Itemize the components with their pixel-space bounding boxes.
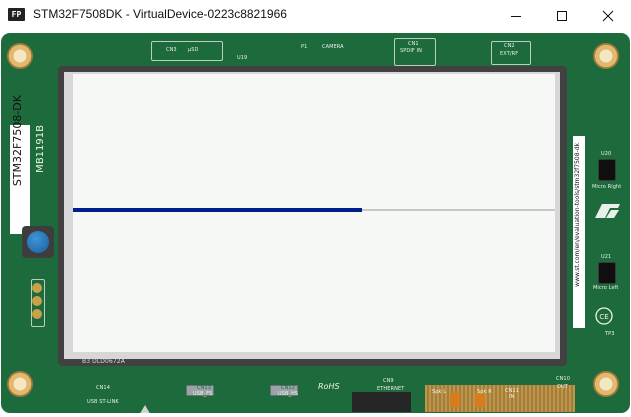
header-pin <box>32 296 42 306</box>
spdif-in-label: SPDIF IN <box>400 48 422 54</box>
cn10-label: CN10 <box>556 376 570 382</box>
application-window: FP STM32F7508DK - VirtualDevice-0223c882… <box>0 0 631 417</box>
maximize-icon <box>557 10 567 21</box>
ethernet-port <box>352 392 411 412</box>
usb-fs-label: USB_FS <box>193 391 213 397</box>
micro-right-label: Micro Right <box>592 184 622 190</box>
u20-label: U20 <box>601 151 612 157</box>
mounting-hole-bottom-left <box>7 371 33 397</box>
header-pin <box>32 309 42 319</box>
close-icon <box>602 10 614 21</box>
header-pin <box>32 283 42 293</box>
minimize-icon <box>511 15 521 17</box>
esd-warning-icon <box>138 405 152 413</box>
close-button[interactable] <box>585 0 631 31</box>
micro-left-sensor <box>598 262 616 284</box>
spk-r-label: Spk R <box>477 389 492 395</box>
in-label: IN <box>509 394 515 400</box>
url-label: www.st.com/en/evaluation-tools/stm32f750… <box>574 143 581 287</box>
cn9-label: CN9 <box>383 378 394 384</box>
board-model-label: STM32F7508-DK <box>11 95 24 187</box>
u19-label: U19 <box>237 55 248 61</box>
cn2-label: CN2 <box>504 43 515 49</box>
p1-label: P1 <box>301 44 308 50</box>
title-bar[interactable]: FP STM32F7508DK - VirtualDevice-0223c882… <box>0 0 631 31</box>
usd-slot-outline <box>151 41 223 61</box>
mounting-hole-top-left <box>7 43 33 69</box>
cn14-label: CN14 <box>96 385 110 391</box>
micro-right-sensor <box>598 159 616 181</box>
ext-rf-label: EXT/RF <box>500 51 519 57</box>
tp3-label: TP3 <box>605 331 615 337</box>
ethernet-label: ETHERNET <box>377 386 405 392</box>
minimize-button[interactable] <box>493 0 539 31</box>
cn3-label: CN3 <box>166 47 177 53</box>
lcd-code-label: B3 DLD0672A <box>82 358 125 365</box>
camera-label: CAMERA <box>322 44 344 50</box>
u21-label: U21 <box>601 254 612 260</box>
rohs-label: RoHS <box>318 382 340 391</box>
st-logo-icon <box>595 204 620 218</box>
usd-label: µSD <box>188 47 199 53</box>
ce-mark-icon: CE <box>595 307 613 325</box>
window-title: STM32F7508DK - VirtualDevice-0223c882196… <box>33 7 287 21</box>
maximize-button[interactable] <box>539 0 585 31</box>
progress-fill <box>73 208 362 212</box>
mounting-hole-bottom-right <box>593 371 619 397</box>
spk-l-label: Spk L <box>432 389 447 395</box>
usb-hs-label: USB_HS <box>278 391 299 397</box>
usb-stlink-label: USB ST-LINK <box>87 399 119 405</box>
micro-left-label: Micro Left <box>593 285 619 291</box>
lcd-screen[interactable] <box>73 74 555 352</box>
lcd-flex-cable <box>425 385 575 412</box>
audio-jack-out <box>450 393 460 407</box>
audio-jack-in <box>475 393 485 407</box>
part-number-label: MB1191B <box>35 125 46 173</box>
user-button[interactable] <box>27 231 49 253</box>
out-label: OUT <box>557 384 568 390</box>
mounting-hole-top-right <box>593 43 619 69</box>
app-logo-icon: FP <box>8 8 25 21</box>
cn1-label: CN1 <box>408 41 419 47</box>
svg-text:CE: CE <box>599 313 608 321</box>
